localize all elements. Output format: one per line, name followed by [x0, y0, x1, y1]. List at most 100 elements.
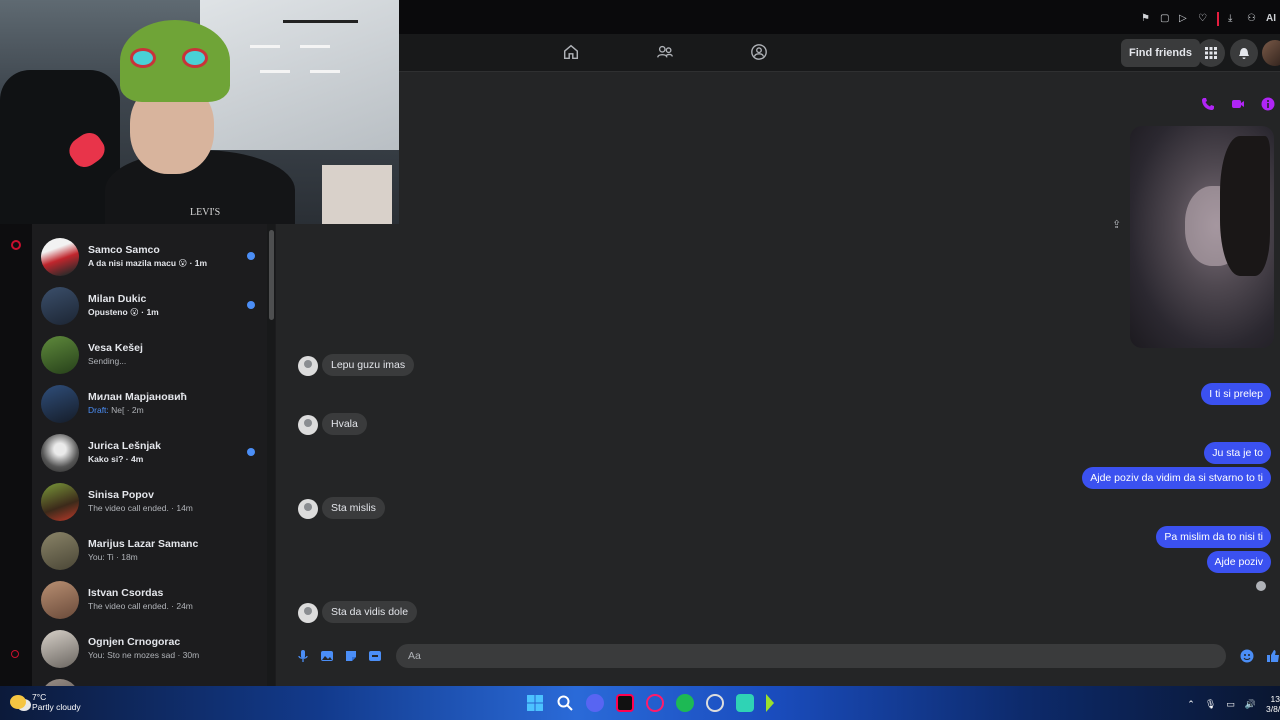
microphone-icon[interactable]: [296, 649, 310, 663]
share-icon[interactable]: ⇪: [1112, 218, 1122, 231]
chat-preview: A da nisi mazila macu 😮 · 1m: [88, 258, 208, 268]
sender-avatar[interactable]: [298, 415, 318, 435]
chat-list-item[interactable]: Милан Марјановић Draft: Ne[ · 2m: [32, 381, 268, 430]
message-bubble-outgoing[interactable]: Ajde poziv da vidim da si stvarno to ti: [1082, 467, 1271, 489]
video-call-icon[interactable]: [1231, 97, 1245, 111]
search-icon[interactable]: [556, 694, 574, 712]
unread-indicator: [247, 252, 255, 260]
windows-taskbar: 7°C Partly cloudy ⌃ 🎙 ▭ 🔊 13 3/8/: [0, 686, 1280, 720]
app-icon[interactable]: [706, 694, 724, 712]
ai-button[interactable]: AI: [1266, 14, 1276, 24]
message-bubble-incoming[interactable]: Hvala: [322, 413, 367, 435]
chat-list-item[interactable]: Marijus Lazar Samanc You: Ti · 18m: [32, 528, 268, 577]
menu-grid-button[interactable]: [1197, 39, 1225, 67]
message-bubble-incoming[interactable]: Lepu guzu imas: [322, 354, 415, 376]
window-icon[interactable]: ▢: [1160, 14, 1170, 24]
webcam-decor: [260, 70, 290, 73]
volume-icon[interactable]: 🔊: [1245, 699, 1256, 710]
message-bubble-incoming[interactable]: Sta da vidis dole: [322, 601, 418, 623]
avatar: [41, 630, 79, 668]
webcam-goggle: [130, 48, 156, 68]
avatar: [41, 434, 79, 472]
chat-preview: Kako si? · 4m: [88, 454, 144, 464]
profile-icon[interactable]: ⚇: [1247, 14, 1257, 24]
chat-list-item[interactable]: Ognjen Crnogorac You: Sto ne mozes sad ·…: [32, 626, 268, 675]
discord-icon[interactable]: [586, 694, 604, 712]
emoji-icon[interactable]: [1240, 649, 1254, 663]
chat-name: Jurica Lešnjak: [88, 440, 161, 452]
microphone-tray-icon[interactable]: 🎙: [1205, 699, 1216, 710]
find-friends-button[interactable]: Find friends: [1121, 39, 1200, 67]
avatar: [41, 532, 79, 570]
conversation-actions: [1201, 97, 1275, 111]
chat-preview: You: Sto ne mozes sad · 30m: [88, 650, 200, 660]
conversation-pane: ⇪ Lepu guzu imas I ti si prelep Hvala Ju…: [276, 72, 1280, 686]
webcam-decor: [283, 20, 358, 23]
chat-name: Istvan Csordas: [88, 587, 164, 599]
chat-app-icon[interactable]: [736, 694, 754, 712]
play-icon[interactable]: ▷: [1179, 14, 1189, 24]
chat-list-item[interactable]: Vesa Kešej Sending...: [32, 332, 268, 381]
weather-description: Partly cloudy: [32, 702, 81, 712]
chat-list-item[interactable]: Sinisa Popov The video call ended. · 14m: [32, 479, 268, 528]
weather-widget[interactable]: 7°C Partly cloudy: [10, 692, 81, 712]
clock[interactable]: 13 3/8/: [1266, 694, 1280, 714]
chat-name: Samco Samco: [88, 244, 160, 256]
image-icon[interactable]: [320, 649, 334, 663]
settings-icon[interactable]: [11, 240, 21, 250]
home-icon[interactable]: [562, 43, 580, 61]
sticker-icon[interactable]: [344, 649, 358, 663]
clock-time: 13: [1270, 694, 1280, 704]
message-bubble-outgoing[interactable]: Ju sta je to: [1204, 442, 1271, 464]
info-icon[interactable]: [1261, 97, 1275, 111]
temperature: 7°C: [32, 692, 47, 702]
notifications-button[interactable]: [1230, 39, 1258, 67]
chat-list-item[interactable]: Istvan Csordas The video call ended. · 2…: [32, 577, 268, 626]
message-bubble-incoming[interactable]: Sta mislis: [322, 497, 385, 519]
sender-avatar[interactable]: [298, 356, 318, 376]
avatar: [41, 336, 79, 374]
chat-list-scroll-thumb[interactable]: [269, 230, 274, 320]
friends-icon[interactable]: [656, 43, 674, 61]
pin-icon[interactable]: ⚑: [1141, 14, 1151, 24]
windows-start-icon[interactable]: [526, 694, 544, 712]
chat-name: Marijus Lazar Samanc: [88, 538, 199, 550]
chat-name: Ognjen Crnogorac: [88, 636, 181, 648]
chat-list-item[interactable]: [32, 675, 268, 686]
chat-preview: The video call ended. · 24m: [88, 601, 193, 611]
message-bubble-outgoing[interactable]: I ti si prelep: [1201, 383, 1271, 405]
message-bubble-outgoing[interactable]: Ajde poziv: [1206, 551, 1271, 573]
message-bubble-outgoing[interactable]: Pa mislim da to nisi ti: [1156, 526, 1271, 548]
unread-indicator: [247, 301, 255, 309]
chat-list-item[interactable]: Milan Dukic Opusteno 😮 · 1m: [32, 283, 268, 332]
browser-extension-icons: ⚑ ▢ ▷ ♡ ⤓ ⚇ AI: [1141, 12, 1280, 26]
opera-icon[interactable]: [646, 694, 664, 712]
chevron-up-icon[interactable]: ⌃: [1187, 699, 1195, 710]
groups-icon[interactable]: [750, 43, 768, 61]
chat-preview: Sending...: [88, 356, 127, 366]
like-icon[interactable]: [1266, 649, 1280, 663]
chat-list-item[interactable]: Samco Samco A da nisi mazila macu 😮 · 1m: [32, 234, 268, 283]
webcam-shirt-text: LEVI'S: [190, 207, 221, 218]
avatar: [41, 238, 79, 276]
chat-preview: Opusteno 😮 · 1m: [88, 307, 159, 317]
photo-message[interactable]: [1130, 126, 1274, 348]
phone-call-icon[interactable]: [1201, 97, 1215, 111]
network-icon[interactable]: ▭: [1226, 699, 1235, 710]
webcam-decor: [310, 70, 340, 73]
chat-list-item[interactable]: Jurica Lešnjak Kako si? · 4m: [32, 430, 268, 479]
webcam-table: [322, 165, 392, 224]
download-icon[interactable]: ⤓: [1228, 14, 1238, 24]
bell-icon: [1239, 47, 1249, 59]
sender-avatar[interactable]: [298, 499, 318, 519]
media-app-icon[interactable]: [766, 694, 784, 712]
avatar: [41, 287, 79, 325]
chat-preview: The video call ended. · 14m: [88, 503, 193, 513]
sender-avatar[interactable]: [298, 603, 318, 623]
spotify-icon[interactable]: [676, 694, 694, 712]
heart-icon[interactable]: ♡: [1198, 14, 1208, 24]
gif-icon[interactable]: [368, 649, 382, 663]
tiktok-icon[interactable]: [616, 694, 634, 712]
message-input[interactable]: [396, 644, 1226, 668]
grid-icon: [1205, 47, 1217, 59]
